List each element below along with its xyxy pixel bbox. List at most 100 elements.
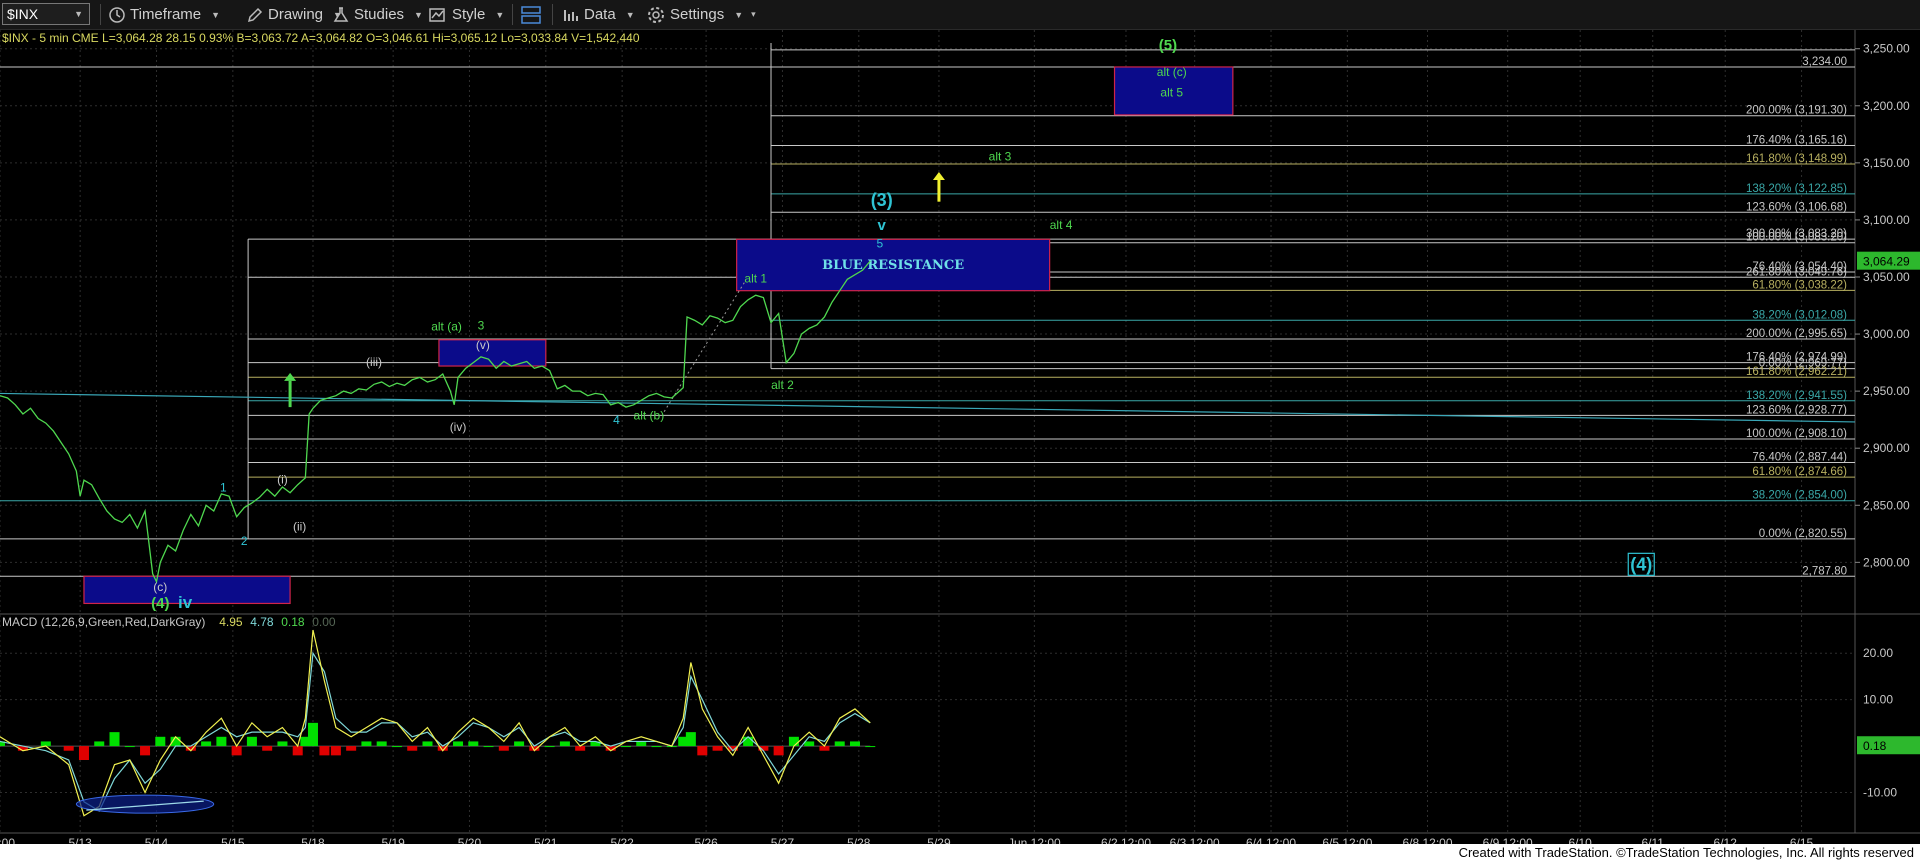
fib-level-label: 100.00% (2,908.10) [1746, 428, 1847, 440]
fib-level-label: 176.40% (3,165.16) [1746, 135, 1847, 147]
y-tick-label: 3,050.00 [1863, 270, 1910, 284]
macd-histogram-bar [712, 746, 723, 751]
fib-level-label: 261.80% (3,049.76) [1746, 266, 1847, 278]
studies-label: Studies [354, 6, 405, 23]
fib-level-label: 0.00% (2,820.55) [1759, 528, 1847, 540]
wave-label: alt (c) [1157, 65, 1187, 79]
macd-signal-line [0, 651, 871, 812]
fib-level-label: 61.80% (3,038.22) [1752, 279, 1847, 291]
macd-value: 4.78 [250, 615, 274, 629]
wave-label: (5) [1159, 37, 1177, 54]
macd-histogram-bar [201, 741, 212, 747]
chart-toolbar: $INX ▼ Timeframe ▼ Drawing ▼ Studies ▼ S… [0, 0, 1920, 30]
x-tick-label: 6/8 12:00 [1402, 836, 1452, 844]
studies-button[interactable]: Studies ▼ [332, 4, 423, 25]
wave-label: (ii) [293, 519, 306, 533]
y-tick-label: 2,900.00 [1863, 441, 1910, 455]
wave-label: v [878, 217, 887, 234]
footer-credit: Created with TradeStation. ©TradeStation… [0, 844, 1920, 862]
flask-icon [333, 6, 349, 22]
wave-label: (4) [151, 595, 169, 612]
x-tick-label: Jun 12:00 [1008, 836, 1061, 844]
x-tick-label: 5/15 [221, 836, 245, 844]
timeframe-button[interactable]: Timeframe ▼ [108, 4, 220, 25]
toolbar-divider [100, 4, 101, 25]
macd-histogram-bar [743, 736, 754, 747]
settings-button[interactable]: Settings ▼ ▾ [646, 4, 756, 25]
macd-histogram-bar [697, 746, 708, 756]
macd-histogram-bar [773, 746, 784, 756]
x-tick-label: 5/19 [381, 836, 405, 844]
macd-divergence-ellipse [75, 794, 215, 814]
x-tick-label: 6/15 [1790, 836, 1814, 844]
macd-y-tick-label: 20.00 [1863, 646, 1893, 660]
fib-level-label: 161.80% (3,148.99) [1746, 153, 1847, 165]
x-tick-label: 6/9 12:00 [1483, 836, 1533, 844]
data-label: Data [584, 6, 616, 23]
macd-histogram-bar [407, 746, 418, 751]
fib-level-label: 200.00% (3,191.30) [1746, 105, 1847, 117]
overflow-caret-icon: ▾ [751, 9, 756, 19]
macd-histogram-bar [277, 741, 288, 747]
chevron-down-icon[interactable]: ▼ [74, 9, 83, 19]
style-button[interactable]: Style ▼ [428, 4, 504, 25]
resistance-box [438, 339, 547, 367]
symbol-field[interactable]: $INX ▼ [2, 3, 90, 25]
fib-level-label: 138.20% (3,122.85) [1746, 183, 1847, 195]
clock-icon [109, 6, 125, 23]
wave-label: 2 [241, 534, 248, 548]
macd-histogram-bar [346, 746, 357, 751]
wave-label: (i) [277, 473, 288, 487]
macd-histogram-bar [140, 746, 151, 756]
chevron-down-icon: ▼ [734, 9, 744, 20]
macd-value: 0.00 [312, 615, 336, 629]
macd-histogram-bar [78, 746, 89, 760]
macd-histogram-bar [246, 736, 257, 747]
wave-label: (c) [153, 580, 167, 594]
data-bars-icon [564, 9, 578, 21]
toolbar-divider [552, 4, 553, 25]
macd-histogram-bar [216, 736, 227, 747]
chart-area[interactable]: 12:00 5/13 5/14 5/15 5/18 5/19 5/20 5/21 5/22 5/2… [0, 30, 1920, 844]
macd-histogram-bar [544, 746, 555, 748]
macd-histogram-bar [330, 746, 341, 756]
fib-level-label: 61.80% (2,874.66) [1752, 466, 1847, 478]
layout-toggle-button[interactable] [520, 4, 542, 25]
x-tick-label: 6/2 12:00 [1101, 836, 1151, 844]
data-button[interactable]: Data ▼ [562, 4, 635, 25]
macd-histogram-bar [376, 741, 387, 747]
fib-level-label: 2,787.80 [1802, 565, 1847, 577]
fib-level-label: 138.20% (2,941.55) [1746, 390, 1847, 402]
macd-histogram-bar [155, 736, 166, 747]
macd-y-tick-label: -10.00 [1863, 786, 1897, 800]
wave-label: alt 2 [771, 378, 794, 392]
x-tick-label: 5/20 [458, 836, 482, 844]
macd-histogram-bar [620, 746, 631, 748]
wave-label: 5 [876, 236, 883, 250]
macd-histogram-bar [834, 741, 845, 747]
layout-panels-icon [521, 5, 541, 24]
x-tick-label: 5/13 [68, 836, 92, 844]
up-arrow-head [932, 171, 945, 180]
macd-histogram-bar [292, 746, 303, 756]
y-tick-label: 2,800.00 [1863, 555, 1910, 569]
fib-level-label: 100.00% (3,083.20) [1746, 232, 1847, 244]
y-tick-label: 3,200.00 [1863, 99, 1910, 113]
x-tick-label: 5/22 [610, 836, 634, 844]
macd-histogram-bar [231, 746, 242, 756]
y-tick-label: 3,000.00 [1863, 327, 1910, 341]
wave-label: (iv) [450, 420, 467, 434]
chevron-down-icon: ▼ [414, 9, 423, 20]
symbol-info-header: $INX - 5 min CME L=3,064.28 28.15 0.93% … [2, 31, 640, 45]
timeframe-label: Timeframe [130, 6, 202, 23]
chevron-down-icon: ▼ [495, 9, 505, 20]
x-tick-label: 5/26 [694, 836, 718, 844]
wave-label: (iii) [366, 355, 382, 369]
wave-connector-dotted [663, 282, 745, 412]
gear-icon [648, 6, 664, 23]
x-tick-label: 6/11 [1641, 836, 1664, 844]
drawing-button[interactable]: Drawing ▼ [246, 4, 342, 25]
fib-level-label: 161.80% (2,962.21) [1746, 366, 1847, 378]
macd-histogram-bar [804, 741, 815, 747]
x-tick-label: 6/10 [1569, 836, 1593, 844]
